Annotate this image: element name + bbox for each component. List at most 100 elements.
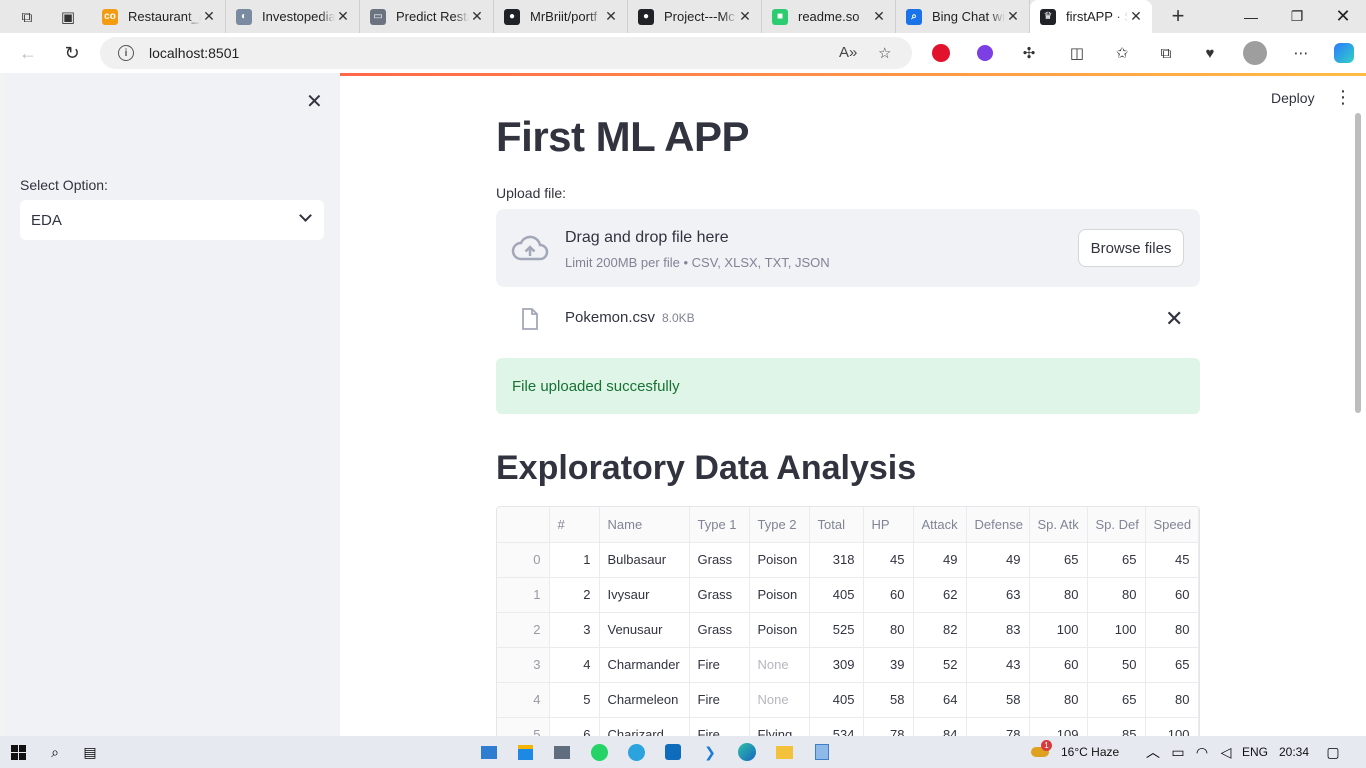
table-cell[interactable]: 78 xyxy=(966,717,1030,736)
table-cell[interactable]: 62 xyxy=(913,577,967,613)
column-header[interactable]: Speed xyxy=(1145,507,1199,543)
browser-tab[interactable]: ♛ firstAPP · Str✕ xyxy=(1030,0,1152,33)
collections-icon[interactable]: ⧉ xyxy=(1154,41,1178,65)
table-cell[interactable]: 64 xyxy=(913,682,967,718)
table-cell[interactable]: 405 xyxy=(809,577,864,613)
table-cell[interactable]: 65 xyxy=(1087,542,1146,578)
minimize-button[interactable]: — xyxy=(1228,0,1274,33)
vscode-icon[interactable]: ❯ xyxy=(700,742,720,762)
tab-close-icon[interactable]: ✕ xyxy=(737,8,753,25)
row-index-cell[interactable]: 4 xyxy=(497,682,550,718)
table-cell[interactable]: 80 xyxy=(1145,612,1199,648)
outlook-icon[interactable] xyxy=(663,742,683,762)
browser-tab[interactable]: ▭ Predict Resta ✕ xyxy=(360,0,494,33)
file-dropzone[interactable]: Drag and drop file here Limit 200MB per … xyxy=(496,209,1200,287)
sidebar-close-icon[interactable]: ✕ xyxy=(306,89,323,114)
table-cell[interactable]: 80 xyxy=(863,612,914,648)
table-cell[interactable]: Poison xyxy=(749,542,810,578)
purple-extension-icon[interactable] xyxy=(973,41,997,65)
tab-actions-icon[interactable]: ▣ xyxy=(53,2,83,32)
photos-icon[interactable] xyxy=(552,742,572,762)
new-tab-button[interactable]: + xyxy=(1163,3,1193,29)
table-row[interactable]: 5 6 Charizard Fire Flying 534 78 84 78 109 85 100 xyxy=(497,717,1199,736)
browse-files-button[interactable]: Browse files xyxy=(1078,229,1184,267)
split-screen-icon[interactable]: ◫ xyxy=(1065,41,1089,65)
row-index-cell[interactable]: 0 xyxy=(497,542,550,578)
table-cell[interactable]: Ivysaur xyxy=(599,577,690,613)
tray-chevron-icon[interactable]: ︿ xyxy=(1143,742,1163,762)
tab-close-icon[interactable]: ✕ xyxy=(1005,8,1021,25)
tab-close-icon[interactable]: ✕ xyxy=(201,8,217,25)
column-header[interactable]: HP xyxy=(863,507,914,543)
tab-close-icon[interactable]: ✕ xyxy=(469,8,485,25)
table-cell[interactable]: 65 xyxy=(1145,647,1199,683)
table-cell[interactable]: 60 xyxy=(1029,647,1088,683)
row-index-cell[interactable]: 2 xyxy=(497,612,550,648)
table-cell[interactable]: 5 xyxy=(549,682,600,718)
column-header[interactable]: Name xyxy=(599,507,690,543)
table-row[interactable]: 3 4 Charmander Fire None 309 39 52 43 60 50 65 xyxy=(497,647,1199,683)
file-explorer-icon[interactable] xyxy=(774,742,794,762)
table-cell[interactable]: 4 xyxy=(549,647,600,683)
table-cell[interactable]: Grass xyxy=(689,577,750,613)
table-cell[interactable]: None xyxy=(749,647,810,683)
dataframe-grid[interactable]: # Name Type 1 Type 2 Total HP Attack Defense Sp.… xyxy=(496,506,1200,736)
task-view-icon[interactable]: ▤ xyxy=(80,742,100,762)
table-cell[interactable]: Charmander xyxy=(599,647,690,683)
notifications-icon[interactable]: ▢ xyxy=(1323,742,1343,762)
wifi-icon[interactable]: ◠ xyxy=(1192,742,1212,762)
tab-close-icon[interactable]: ✕ xyxy=(335,8,351,25)
browser-tab[interactable]: ⌕ Bing Chat wi ✕ xyxy=(896,0,1030,33)
browser-tab[interactable]: ◐ Investopedia ✕ xyxy=(226,0,360,33)
table-cell[interactable]: 100 xyxy=(1087,612,1146,648)
copilot-icon[interactable] xyxy=(1332,41,1356,65)
column-header[interactable]: Total xyxy=(809,507,864,543)
table-cell[interactable]: Grass xyxy=(689,542,750,578)
whatsapp-icon[interactable] xyxy=(589,742,609,762)
table-cell[interactable]: 85 xyxy=(1087,717,1146,736)
table-cell[interactable]: 82 xyxy=(913,612,967,648)
table-cell[interactable]: None xyxy=(749,682,810,718)
more-options-icon[interactable]: ⋯ xyxy=(1289,41,1313,65)
battery-icon[interactable]: ▭ xyxy=(1168,742,1188,762)
restore-button[interactable]: ❐ xyxy=(1274,0,1320,33)
table-cell[interactable]: 100 xyxy=(1145,717,1199,736)
clock-time[interactable]: 20:34 xyxy=(1279,745,1309,759)
site-info-icon[interactable]: i xyxy=(118,45,134,61)
table-cell[interactable]: 39 xyxy=(863,647,914,683)
volume-icon[interactable]: ◁ xyxy=(1216,742,1236,762)
option-select[interactable]: EDA xyxy=(20,200,324,240)
desktop-app-icon[interactable] xyxy=(479,742,499,762)
table-cell[interactable]: 80 xyxy=(1029,577,1088,613)
table-cell[interactable]: 52 xyxy=(913,647,967,683)
table-cell[interactable]: 50 xyxy=(1087,647,1146,683)
main-menu-icon[interactable]: ⋮ xyxy=(1334,87,1352,108)
table-cell[interactable]: 100 xyxy=(1029,612,1088,648)
table-row[interactable]: 2 3 Venusaur Grass Poison 525 80 82 83 100 100 80 xyxy=(497,612,1199,648)
deploy-button[interactable]: Deploy xyxy=(1271,90,1315,106)
table-cell[interactable]: 534 xyxy=(809,717,864,736)
back-icon[interactable]: ← xyxy=(10,35,46,71)
table-cell[interactable]: 63 xyxy=(966,577,1030,613)
start-windows-icon[interactable] xyxy=(8,742,28,762)
row-index-cell[interactable]: 1 xyxy=(497,577,550,613)
column-header[interactable] xyxy=(497,507,550,543)
row-index-cell[interactable]: 3 xyxy=(497,647,550,683)
table-cell[interactable]: 3 xyxy=(549,612,600,648)
vertical-scrollbar[interactable] xyxy=(1355,113,1361,413)
table-cell[interactable]: 525 xyxy=(809,612,864,648)
table-cell[interactable]: Poison xyxy=(749,577,810,613)
row-index-cell[interactable]: 5 xyxy=(497,717,550,736)
browser-tab[interactable]: ● Project---Mc ✕ xyxy=(628,0,762,33)
url-field[interactable]: i localhost:8501 A» ☆ xyxy=(100,37,912,69)
tab-close-icon[interactable]: ✕ xyxy=(603,8,619,25)
table-cell[interactable]: 45 xyxy=(863,542,914,578)
refresh-icon[interactable]: ↻ xyxy=(54,35,90,71)
remove-file-icon[interactable]: ✕ xyxy=(1165,306,1183,332)
column-header[interactable]: Defense xyxy=(966,507,1030,543)
notepad-icon[interactable] xyxy=(812,742,832,762)
table-cell[interactable]: Grass xyxy=(689,612,750,648)
table-cell[interactable]: Poison xyxy=(749,612,810,648)
workspaces-icon[interactable]: ⧉ xyxy=(12,2,42,32)
browser-tab[interactable]: ■ readme.so ✕ xyxy=(762,0,896,33)
